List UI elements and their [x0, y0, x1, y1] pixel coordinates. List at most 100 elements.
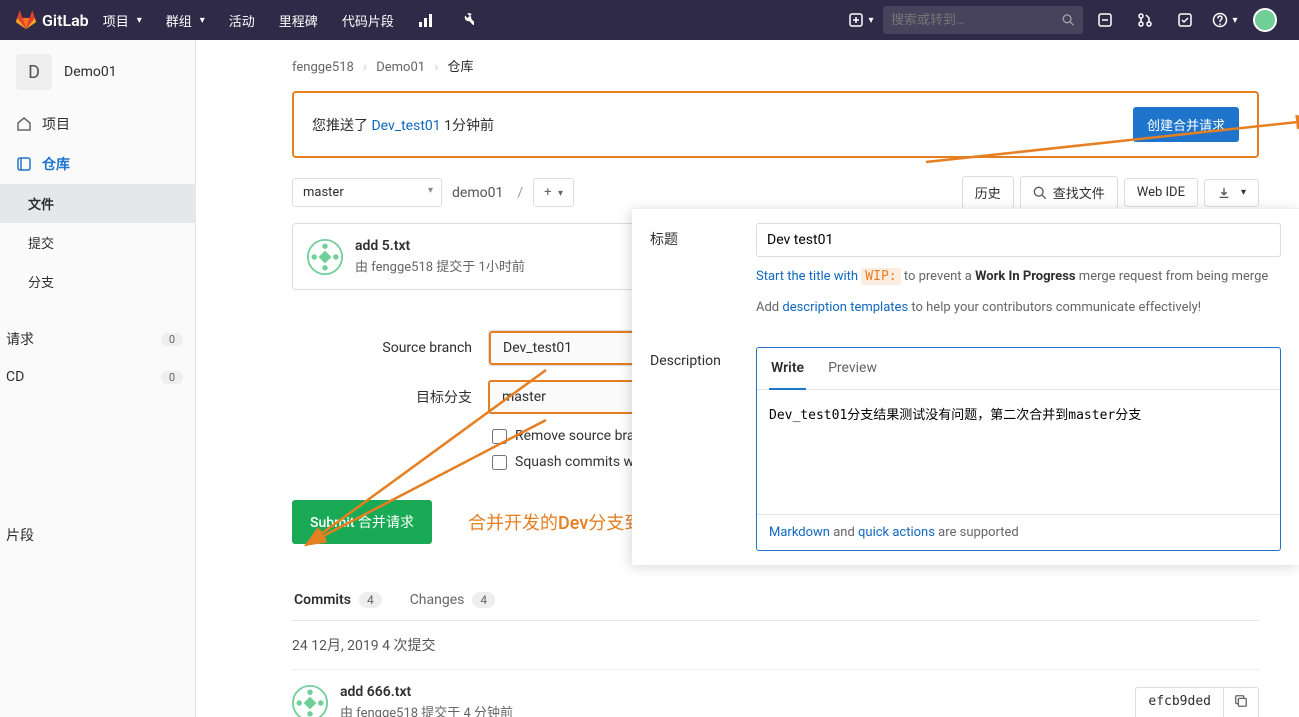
chevron-down-icon: ▾: [868, 15, 873, 26]
nav-chart-icon[interactable]: [408, 0, 444, 40]
sidebar-item-branches[interactable]: 分支: [0, 262, 195, 301]
tab-commits[interactable]: Commits 4: [292, 580, 384, 620]
sidebar-item-label: 文件: [28, 194, 54, 213]
sidebar-item-label: 项目: [42, 114, 70, 134]
sidebar-item-label: 请求: [6, 329, 34, 349]
push-banner: 您推送了 Dev_test01 1分钟前 创建合并请求: [292, 91, 1259, 158]
chevron-down-icon: ▾: [1232, 15, 1237, 26]
breadcrumb: fengge518 › Demo01 › 仓库: [292, 40, 1259, 91]
sidebar-item-label: CD: [6, 369, 24, 385]
target-branch-label: 目标分支: [292, 387, 472, 407]
commit-meta: 由 fengge518 提交于 1小时前: [355, 256, 525, 275]
sidebar-project-header[interactable]: D Demo01: [0, 40, 195, 104]
template-hint: Add description templates to help your c…: [756, 298, 1281, 319]
identicon-icon: [307, 239, 343, 275]
quick-actions-link[interactable]: quick actions: [858, 525, 935, 540]
wip-hint: Start the title with WIP: to prevent a W…: [756, 267, 1281, 288]
nav-todos-icon[interactable]: [1167, 0, 1203, 40]
copy-sha-button[interactable]: [1224, 687, 1259, 717]
search-input[interactable]: [891, 13, 1056, 28]
count-badge: 0: [161, 333, 183, 346]
history-button[interactable]: 历史: [962, 176, 1014, 209]
sidebar: D Demo01 项目 仓库 文件 提交 分支 请求 0 CD 0 片段: [0, 40, 196, 717]
description-label: Description: [650, 347, 732, 551]
gitlab-logo[interactable]: GitLab: [16, 10, 89, 30]
nav-groups[interactable]: 群组▾: [156, 0, 215, 40]
avatar-icon: [1253, 8, 1277, 32]
source-branch-label: Source branch: [292, 340, 472, 356]
chevron-down-icon: ▾: [200, 15, 205, 26]
breadcrumb-current: 仓库: [447, 60, 473, 75]
mr-title-input[interactable]: [756, 223, 1281, 257]
sidebar-item-cd[interactable]: CD 0: [0, 359, 195, 395]
sidebar-item-label: 提交: [28, 233, 54, 252]
nav-projects[interactable]: 项目▾: [93, 0, 152, 40]
remove-branch-checkbox[interactable]: [492, 429, 507, 444]
chevron-down-icon: ▾: [137, 15, 142, 26]
sidebar-item-repo[interactable]: 仓库: [0, 144, 195, 184]
create-mr-button[interactable]: 创建合并请求: [1133, 107, 1239, 142]
nav-help-icon[interactable]: ▾: [1207, 0, 1243, 40]
path-crumb[interactable]: demo01: [448, 185, 507, 201]
commit-sha[interactable]: efcb9ded: [1135, 687, 1224, 717]
sidebar-item-commits[interactable]: 提交: [0, 223, 195, 262]
sidebar-item-snippets[interactable]: 片段: [0, 515, 195, 555]
find-file-button[interactable]: 查找文件: [1020, 176, 1118, 209]
brand-text: GitLab: [42, 11, 89, 30]
search-icon: [1062, 13, 1075, 27]
nav-wrench-icon[interactable]: [448, 0, 484, 40]
mr-title-desc-overlay: 标题 Start the title with WIP: to prevent …: [632, 208, 1299, 565]
breadcrumb-link[interactable]: Demo01: [376, 60, 425, 75]
sidebar-item-files[interactable]: 文件: [0, 184, 195, 223]
breadcrumb-link[interactable]: fengge518: [292, 60, 354, 75]
editor-footer-hint: Markdown and quick actions are supported: [757, 514, 1280, 550]
commits-date-heading: 24 12月, 2019 4 次提交: [292, 621, 1259, 670]
mr-description-textarea[interactable]: Dev_test01分支结果测试没有问题，第二次合并到master分支: [757, 390, 1280, 510]
commits-changes-tabs: Commits 4 Changes 4: [292, 580, 1259, 621]
tab-changes[interactable]: Changes 4: [408, 580, 497, 620]
nav-issues-icon[interactable]: [1087, 0, 1123, 40]
identicon-icon: [292, 685, 328, 717]
download-button[interactable]: ▾: [1204, 179, 1259, 207]
squash-checkbox[interactable]: [492, 455, 507, 470]
tab-write[interactable]: Write: [769, 348, 806, 390]
push-message: 您推送了 Dev_test01 1分钟前: [312, 115, 494, 135]
tanuki-icon: [16, 10, 36, 30]
repo-toolbar: master demo01 / + ▾ 历史 查找文件 Web IDE ▾: [292, 176, 1259, 209]
repo-icon: [16, 156, 32, 172]
nav-milestones[interactable]: 里程碑: [269, 0, 328, 40]
commit-entry: add 666.txt 由 fengge518 提交于 4 分钟前 efcb9d…: [292, 670, 1259, 717]
branch-selector[interactable]: master: [292, 178, 442, 207]
sidebar-item-label: 分支: [28, 272, 54, 291]
commit-title[interactable]: add 5.txt: [355, 238, 525, 254]
search-icon: [1033, 186, 1047, 200]
commit-meta: 由 fengge518 提交于 4 分钟前: [340, 702, 513, 717]
submit-mr-button[interactable]: Submit 合并请求: [292, 500, 432, 544]
commit-avatar: [307, 239, 343, 275]
search-box[interactable]: [883, 6, 1083, 34]
branch-link[interactable]: Dev_test01: [371, 118, 440, 134]
sidebar-item-label: 仓库: [42, 154, 70, 174]
wip-tag: WIP:: [861, 268, 900, 285]
project-name: Demo01: [64, 64, 117, 80]
count-badge: 4: [472, 592, 495, 608]
add-file-button[interactable]: + ▾: [533, 178, 574, 207]
nav-user-avatar[interactable]: [1247, 0, 1283, 40]
tab-preview[interactable]: Preview: [826, 348, 879, 389]
nav-activity[interactable]: 活动: [219, 0, 265, 40]
nav-plus-icon[interactable]: ▾: [843, 0, 879, 40]
nav-mr-icon[interactable]: [1127, 0, 1163, 40]
commit-avatar: [292, 685, 328, 717]
chevron-down-icon: ▾: [1241, 187, 1246, 198]
count-badge: 0: [161, 371, 183, 384]
nav-snippets[interactable]: 代码片段: [332, 0, 404, 40]
desc-templates-link[interactable]: description templates: [782, 300, 908, 315]
project-letter-icon: D: [16, 54, 52, 90]
sidebar-item-project[interactable]: 项目: [0, 104, 195, 144]
sidebar-item-requests[interactable]: 请求 0: [0, 319, 195, 359]
markdown-link[interactable]: Markdown: [769, 525, 830, 540]
commit-title[interactable]: add 666.txt: [340, 684, 513, 700]
webide-button[interactable]: Web IDE: [1124, 178, 1198, 207]
home-icon: [16, 116, 32, 132]
download-icon: [1217, 186, 1231, 200]
